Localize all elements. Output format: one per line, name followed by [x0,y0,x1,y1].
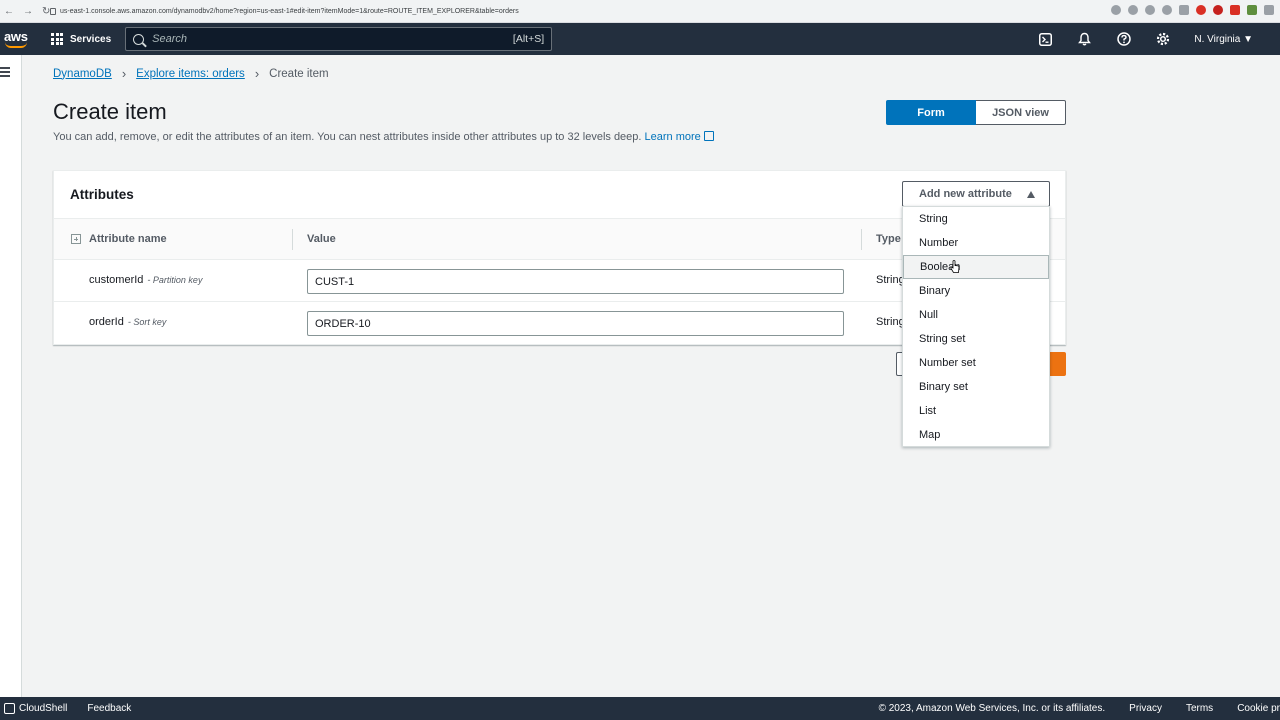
orderid-value-input[interactable]: ORDER-10 [307,311,844,336]
grid-icon [51,33,63,45]
search-input[interactable]: Search [Alt+S] [125,27,553,51]
caret-up-icon [1027,191,1035,198]
breadcrumb-dynamodb[interactable]: DynamoDB [53,68,112,80]
browser-nav: ← → ↻ [0,6,50,17]
attribute-type-menu: String Number Boolean Binary Null String… [902,206,1050,447]
address-bar[interactable]: us-east-1.console.aws.amazon.com/dynamod… [50,7,519,15]
extension-icon[interactable] [1196,5,1206,15]
breadcrumb: DynamoDB › Explore items: orders › Creat… [53,66,329,81]
extension-icon[interactable] [1213,5,1223,15]
feedback-link[interactable]: Feedback [87,703,131,714]
form-view-button[interactable]: Form [886,100,976,125]
menu-item-map[interactable]: Map [903,423,1049,447]
column-type: Type [876,233,901,245]
cloudshell-link[interactable]: CloudShell [19,703,67,714]
attribute-name-text: customerId [89,274,144,286]
attribute-name-text: orderId [89,316,124,328]
extension-icon[interactable] [1179,5,1189,15]
extension-icon[interactable] [1247,5,1257,15]
description-text: You can add, remove, or edit the attribu… [53,131,642,143]
add-new-attribute-label: Add new attribute [919,188,1012,200]
breadcrumb-explore-items[interactable]: Explore items: orders [136,68,245,80]
top-nav-icons: N. Virginia ▼ [1026,23,1280,55]
page-description: You can add, remove, or edit the attribu… [53,131,714,143]
cloudshell-icon[interactable] [1026,32,1065,46]
extension-icon[interactable] [1264,5,1274,15]
forward-icon[interactable]: → [23,6,33,17]
search-shortcut: [Alt+S] [512,33,545,45]
learn-more-label: Learn more [644,131,701,143]
attribute-type: String [876,274,905,286]
services-menu[interactable]: Services [51,33,111,45]
aws-top-nav: aws Services Search [Alt+S] N. Virginia … [0,23,1280,55]
url-text: us-east-1.console.aws.amazon.com/dynamod… [60,7,519,15]
copyright-text: © 2023, Amazon Web Services, Inc. or its… [878,703,1106,714]
chevron-right-icon: › [254,66,260,81]
gear-icon[interactable] [1143,32,1182,46]
breadcrumb-current: Create item [269,67,329,80]
privacy-link[interactable]: Privacy [1129,703,1162,714]
menu-item-boolean[interactable]: Boolean [903,255,1049,279]
learn-more-link[interactable]: Learn more [645,131,714,143]
menu-item-binary[interactable]: Binary [903,279,1049,303]
menu-item-list[interactable]: List [903,399,1049,423]
aws-smile-icon [5,42,27,48]
bookmark-star-icon[interactable] [1162,5,1172,15]
share-icon[interactable] [1145,5,1155,15]
partition-key-label: - Partition key [147,275,203,285]
add-new-attribute-button[interactable]: Add new attribute [902,181,1050,207]
column-divider [861,229,862,250]
footer-links: © 2023, Amazon Web Services, Inc. or its… [855,697,1280,720]
attributes-title: Attributes [70,187,134,202]
extension-icon[interactable] [1230,5,1240,15]
menu-item-string[interactable]: String [903,207,1049,231]
expand-all-icon[interactable] [71,234,81,244]
aws-logo[interactable]: aws [3,28,33,50]
search-placeholder: Search [152,33,188,45]
attribute-type: String [876,316,905,328]
services-label: Services [70,33,112,45]
search-icon [133,33,145,45]
hamburger-menu-icon[interactable] [0,67,10,79]
browser-toolbar: ← → ↻ us-east-1.console.aws.amazon.com/d… [0,0,1280,23]
view-toggle: Form JSON view [886,100,1066,125]
menu-item-number-set[interactable]: Number set [903,351,1049,375]
hand-cursor-icon [950,260,960,273]
menu-item-null[interactable]: Null [903,303,1049,327]
page-title: Create item [53,99,167,124]
sort-key-label: - Sort key [127,317,167,327]
column-value: Value [307,233,336,245]
google-icon[interactable] [1111,5,1121,15]
region-selector[interactable]: N. Virginia ▼ [1194,34,1253,45]
console-footer: CloudShell Feedback © 2023, Amazon Web S… [0,697,1280,720]
menu-item-number[interactable]: Number [903,231,1049,255]
terms-link[interactable]: Terms [1186,703,1213,714]
column-divider [292,229,293,250]
help-icon[interactable] [1104,32,1143,46]
browser-extensions [1111,5,1274,15]
zoom-icon[interactable] [1128,5,1138,15]
attribute-name: customerId - Partition key [89,274,202,286]
back-icon[interactable]: ← [4,6,14,17]
attribute-name: orderId - Sort key [89,316,166,328]
cloudshell-icon [4,703,15,714]
bell-icon[interactable] [1065,32,1104,46]
json-view-button[interactable]: JSON view [976,100,1066,125]
chevron-right-icon: › [121,66,127,81]
column-attribute-name: Attribute name [89,233,167,245]
menu-item-binary-set[interactable]: Binary set [903,375,1049,399]
side-nav-rail [0,55,22,697]
customerid-value-input[interactable]: CUST-1 [307,269,844,294]
cookie-preferences-link[interactable]: Cookie pr [1237,703,1280,714]
lock-icon [50,7,56,15]
menu-item-string-set[interactable]: String set [903,327,1049,351]
external-link-icon [703,131,714,141]
